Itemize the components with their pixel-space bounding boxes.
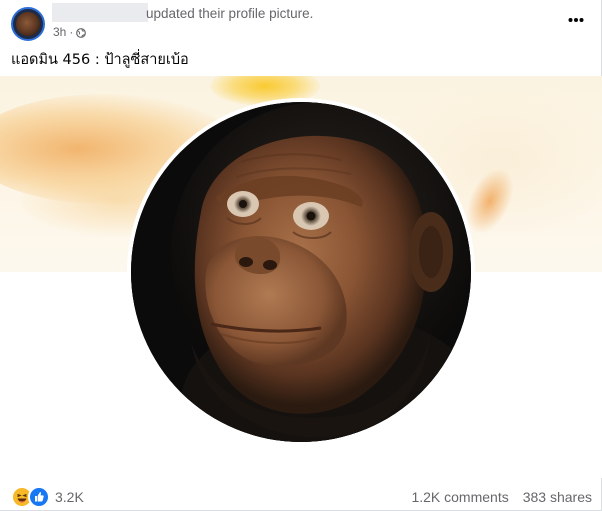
post-footer: 3.2K 1.2K comments 383 shares bbox=[0, 478, 602, 511]
post-stats: 1.2K comments 383 shares bbox=[411, 489, 592, 505]
post-timestamp[interactable]: 3h bbox=[53, 25, 66, 39]
separator-dot: · bbox=[69, 25, 74, 39]
feed-post: updated their profile picture. 3h · แอดม… bbox=[0, 0, 602, 511]
comments-count-link[interactable]: 1.2K comments bbox=[411, 489, 508, 505]
hominin-face-image bbox=[131, 102, 471, 442]
post-action-text: updated their profile picture. bbox=[146, 6, 314, 21]
globe-icon[interactable] bbox=[76, 27, 87, 38]
like-icon bbox=[28, 486, 50, 508]
post-meta: 3h · bbox=[53, 25, 87, 39]
post-caption: แอดมิน 456 : ป้าลูซี่สายเบ้อ bbox=[11, 52, 189, 68]
avatar-image bbox=[16, 12, 40, 36]
reaction-count: 3.2K bbox=[55, 489, 84, 505]
more-options-icon bbox=[568, 18, 584, 22]
post-media[interactable] bbox=[0, 76, 602, 478]
author-avatar[interactable] bbox=[11, 7, 45, 41]
reactions-summary[interactable]: 3.2K bbox=[11, 486, 84, 508]
profile-photo[interactable] bbox=[131, 102, 471, 442]
more-options-button[interactable] bbox=[566, 10, 586, 30]
post-header: updated their profile picture. 3h · bbox=[0, 0, 602, 42]
shares-count-link[interactable]: 383 shares bbox=[523, 489, 592, 505]
author-name-redacted[interactable] bbox=[52, 3, 148, 22]
